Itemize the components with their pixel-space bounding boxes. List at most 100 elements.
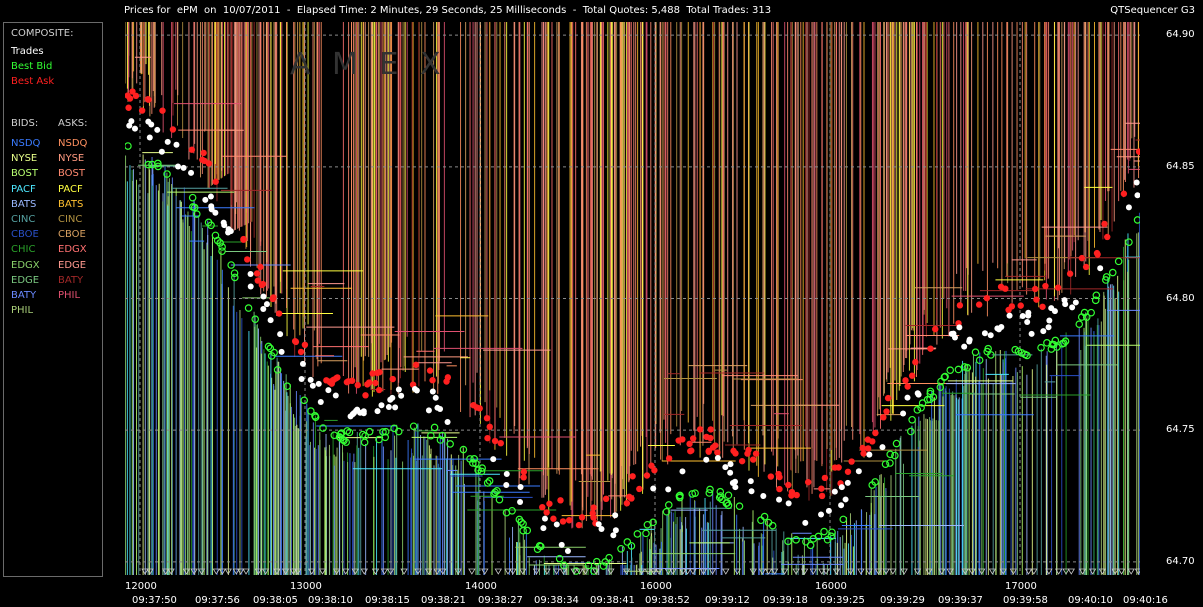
trade-marker	[395, 386, 402, 393]
trade-marker	[650, 485, 657, 492]
trade-marker	[612, 512, 619, 519]
best-ask-marker	[629, 473, 636, 480]
trade-marker	[490, 456, 497, 463]
trade-marker	[855, 468, 862, 475]
trade-marker	[776, 496, 783, 503]
best-bid-marker	[1075, 320, 1084, 329]
best-ask-marker	[975, 301, 983, 308]
trade-marker	[722, 464, 729, 471]
best-ask-marker	[138, 107, 146, 114]
best-ask-marker	[578, 514, 586, 521]
best-ask-marker	[904, 383, 911, 390]
best-ask-marker	[200, 149, 207, 157]
best-ask-marker	[546, 500, 553, 507]
trade-tick-marker	[400, 568, 408, 575]
best-ask-marker	[1054, 284, 1062, 291]
best-bid-marker	[892, 439, 901, 448]
best-bid-marker	[946, 366, 955, 374]
time-tick-label: 09:39:58	[1003, 595, 1048, 606]
trade-marker	[247, 271, 254, 278]
trade-marker	[966, 336, 973, 343]
trade-marker	[914, 390, 921, 397]
best-ask-marker	[956, 302, 964, 309]
best-ask-marker	[651, 467, 658, 474]
trade-marker	[844, 479, 851, 486]
trade-tick-marker	[494, 568, 503, 575]
trade-marker	[1045, 324, 1052, 331]
trade-marker	[987, 332, 994, 339]
best-ask-marker	[244, 256, 251, 263]
best-ask-marker	[429, 377, 436, 384]
trade-marker	[503, 482, 510, 489]
best-ask-marker	[188, 146, 196, 153]
best-bid-marker	[409, 422, 418, 431]
trade-marker	[838, 502, 845, 509]
best-bid-marker	[724, 491, 733, 500]
trade-marker	[825, 507, 832, 514]
trade-marker	[180, 164, 187, 171]
best-bid-marker	[881, 460, 890, 468]
best-ask-marker	[696, 426, 704, 433]
legend-ask-baty: BATY	[58, 274, 84, 286]
best-ask-marker	[705, 447, 713, 454]
best-ask-marker	[804, 478, 812, 486]
best-bid-marker	[907, 427, 915, 436]
trade-marker	[387, 396, 394, 403]
best-ask-marker	[686, 440, 693, 448]
best-ask-marker	[497, 439, 504, 447]
best-ask-marker	[291, 337, 299, 345]
price-tick-label: 64.90	[1166, 29, 1195, 41]
sequence-tick-label: 16000	[640, 581, 672, 592]
trade-marker	[1072, 299, 1079, 306]
best-bid-marker	[218, 247, 226, 255]
best-bid-marker	[633, 530, 642, 538]
trade-tick-marker	[236, 568, 245, 575]
best-bid-marker	[264, 342, 273, 351]
best-ask-marker	[1033, 296, 1040, 303]
best-ask-marker	[1031, 285, 1039, 293]
trade-marker	[831, 488, 838, 495]
price-plot-area[interactable]: A M E X	[125, 22, 1140, 575]
trade-marker	[227, 228, 234, 235]
best-ask-marker	[412, 361, 420, 369]
best-ask-marker	[788, 488, 796, 496]
best-ask-marker	[707, 434, 714, 442]
legend-ask-edge: EDGE	[58, 259, 87, 271]
trade-marker	[1006, 312, 1013, 319]
trade-marker	[434, 404, 441, 411]
legend-bid-cboe: CBOE	[11, 229, 39, 241]
best-bid-marker	[820, 527, 828, 536]
trade-marker	[247, 283, 254, 290]
time-tick-label: 09:39:18	[763, 595, 808, 606]
best-bid-marker	[839, 515, 848, 524]
best-ask-marker	[364, 381, 371, 388]
best-ask-marker	[375, 386, 383, 394]
trade-marker	[598, 525, 605, 532]
best-ask-marker	[785, 481, 792, 489]
legend-bid-phil: PHIL	[11, 305, 34, 317]
best-bid-marker	[365, 427, 374, 436]
legend-composite-best-ask: Best Ask	[11, 76, 55, 87]
sequence-tick-label: 17000	[1005, 581, 1037, 592]
price-tick-label: 64.80	[1166, 292, 1195, 304]
best-ask-marker	[520, 468, 528, 476]
best-ask-marker	[884, 394, 892, 402]
best-bid-marker	[307, 407, 315, 415]
best-bid-marker	[231, 273, 239, 282]
best-bid-marker	[642, 529, 650, 538]
price-chart-svg	[125, 22, 1140, 575]
trade-marker	[1097, 265, 1104, 272]
best-ask-marker	[334, 374, 341, 381]
time-tick-label: 09:38:41	[590, 595, 635, 606]
best-ask-marker	[470, 401, 477, 409]
best-ask-marker	[301, 341, 309, 349]
best-ask-marker	[872, 429, 879, 437]
trade-marker	[315, 380, 322, 387]
best-ask-marker	[908, 372, 916, 379]
legend-asks-label: ASKS:	[58, 118, 88, 129]
legend-bid-chic: CHIC	[11, 244, 36, 256]
time-tick-label: 09:38:10	[308, 595, 353, 606]
best-ask-marker	[1042, 282, 1049, 290]
best-ask-marker	[712, 442, 719, 449]
time-tick-label: 09:39:37	[938, 595, 983, 606]
